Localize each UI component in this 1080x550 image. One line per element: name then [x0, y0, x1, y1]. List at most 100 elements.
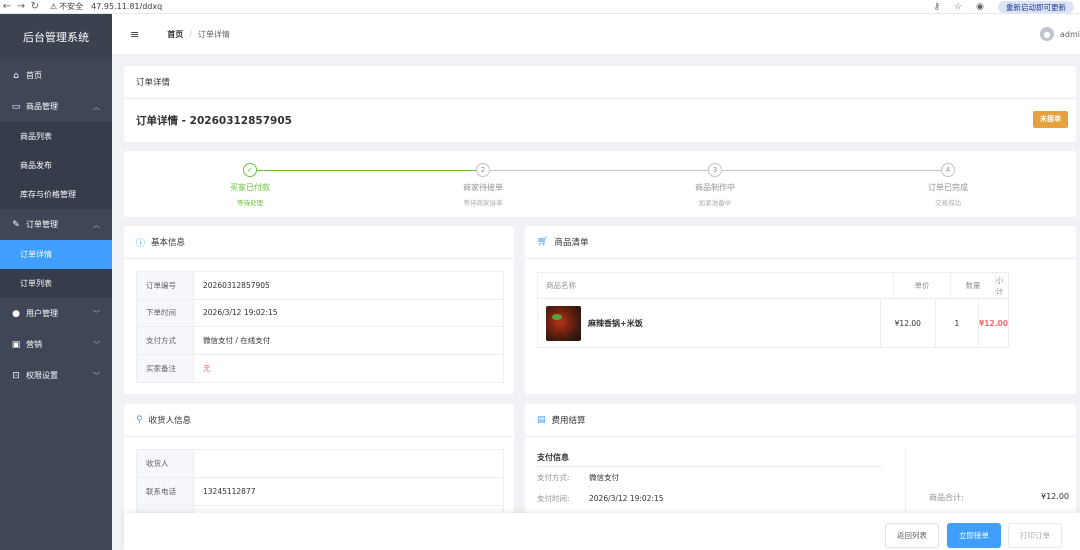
column-header: 数量: [951, 273, 996, 298]
payment-card-icon: ▤: [537, 415, 546, 425]
table-header: 商品名称 单价 数量 小计: [538, 273, 1008, 299]
info-row: 买家备注 无: [137, 354, 503, 382]
product-subtotal: ¥12.00: [979, 318, 1008, 328]
user-icon: ●: [12, 308, 20, 319]
info-label: 订单编号: [137, 272, 194, 299]
sidebar-title: 后台管理系统: [0, 14, 112, 60]
security-warning[interactable]: ⚠ 不安全: [50, 1, 83, 12]
breadcrumb-home[interactable]: 首页: [167, 29, 183, 40]
payment-info-title: 支付信息: [537, 449, 882, 467]
sidebar-item-orders[interactable]: ✎ 订单管理 ︿: [0, 209, 112, 240]
sidebar-item-order-list[interactable]: 订单列表: [0, 269, 112, 298]
sidebar-item-product-publish[interactable]: 商品发布: [0, 151, 112, 180]
fee-row: 支付方式: 微信支付: [537, 467, 882, 488]
home-icon: ⌂: [13, 70, 19, 81]
info-label: 下单时间: [137, 299, 194, 326]
payment-info: 支付信息 支付方式: 微信支付 支付时间: 2026/3/12 19:02:15: [537, 449, 882, 509]
cart-icon: 🛒︎: [537, 237, 549, 247]
info-row: 收货人: [137, 450, 503, 478]
sidebar-item-label: 营销: [26, 340, 42, 349]
accept-order-button[interactable]: 立即接单: [947, 523, 1001, 548]
product-price: ¥12.00: [881, 299, 936, 347]
info-value: 2026/3/12 19:02:15: [203, 308, 278, 318]
info-icon: ⓘ: [136, 238, 146, 249]
product-image: [546, 305, 581, 341]
card-title: 收货人信息: [148, 416, 192, 426]
back-arrow-icon[interactable]: ←: [0, 0, 14, 14]
print-order-button[interactable]: 打印订单: [1008, 523, 1062, 548]
status-badge: 未接单: [1033, 111, 1068, 128]
sidebar-item-label: 用户管理: [26, 309, 58, 318]
product-table: 商品名称 单价 数量 小计 麻辣香锅+米饭 ¥12.00 1 ¥12.00: [537, 272, 1009, 348]
fee-value: 2026/3/12 19:02:15: [589, 494, 664, 503]
chevron-down-icon: ﹀: [93, 340, 100, 349]
chevron-down-icon: ﹀: [93, 371, 100, 380]
step-number: 3: [708, 163, 722, 177]
info-label: 买家备注: [137, 354, 194, 382]
breadcrumb-separator: /: [189, 29, 192, 39]
card-title: 订单详情: [124, 66, 1076, 99]
column-header: 小计: [996, 275, 1004, 296]
breadcrumb-current: 订单详情: [197, 29, 230, 39]
profile-icon[interactable]: ◉: [976, 2, 984, 12]
info-value: 20260312857905: [203, 280, 270, 290]
step-number: 2: [476, 163, 490, 177]
info-label: 收货人: [137, 450, 194, 477]
info-value: [194, 450, 503, 477]
address-bar[interactable]: ⚠ 不安全 47.95.11.81/ddxq: [50, 1, 162, 13]
username[interactable]: admi: [1060, 30, 1080, 39]
step-title: 订单已完成: [928, 183, 968, 192]
step-desc: 加紧准备中: [698, 199, 732, 207]
sidebar-item-products[interactable]: ▭ 商品管理 ︿: [0, 91, 112, 122]
forward-arrow-icon[interactable]: →: [14, 0, 28, 14]
sidebar-item-label: 首页: [26, 71, 42, 80]
avatar[interactable]: ●: [1040, 27, 1054, 41]
info-value: 微信支付 / 在线支付: [203, 335, 271, 345]
chevron-up-icon: ︿: [93, 102, 100, 111]
reload-icon[interactable]: ↻: [28, 0, 42, 14]
goods-total: 商品合计: ¥12.00: [929, 492, 1069, 503]
security-label: 不安全: [59, 2, 84, 11]
goods-total-value: ¥12.00: [1041, 492, 1069, 501]
lock-icon: ⊡: [12, 370, 20, 381]
info-row: 订单编号 20260312857905: [137, 272, 503, 300]
sidebar-item-stock-price[interactable]: 库存与价格管理: [0, 180, 112, 209]
sidebar-item-product-list[interactable]: 商品列表: [0, 122, 112, 151]
info-value: 13245112877: [203, 487, 256, 496]
order-steps: ✓ 买家已付款 等待处理 2 商家待接单 等待商家接单 3 商品制作中 加紧准备…: [124, 151, 1076, 217]
location-pin-icon: ⚲: [136, 415, 143, 425]
user-menu[interactable]: ● admi: [1040, 14, 1080, 54]
product-qty: 1: [936, 299, 980, 347]
action-bar: 返回列表 立即接单 打印订单: [124, 513, 1080, 550]
card-title: 商品清单: [554, 238, 589, 248]
star-icon[interactable]: ☆: [954, 2, 962, 12]
menu-toggle-icon[interactable]: ≡: [130, 28, 139, 41]
key-icon[interactable]: ⚷: [933, 2, 940, 12]
chevron-down-icon: ﹀: [93, 309, 100, 318]
goods-total-label: 商品合计:: [929, 493, 964, 502]
step-connector: [490, 170, 716, 171]
order-title: 订单详情 - 20260312857905: [136, 114, 292, 127]
product-name: 麻辣香锅+米饭: [588, 318, 643, 328]
sidebar-item-marketing[interactable]: ▣ 营销 ﹀: [0, 329, 112, 360]
info-row: 联系电话 13245112877: [137, 478, 503, 506]
top-header: ≡ 首页 / 订单详情 ● admi: [112, 14, 1080, 54]
chevron-up-icon: ︿: [93, 220, 100, 229]
sidebar: 后台管理系统 ⌂ 首页 ▭ 商品管理 ︿ 商品列表 商品发布 库存与价格管理 ✎…: [0, 14, 112, 550]
fee-label: 支付时间:: [537, 494, 570, 503]
back-to-list-button[interactable]: 返回列表: [885, 523, 939, 548]
edit-icon: ✎: [12, 219, 20, 230]
step-title: 买家已付款: [230, 183, 270, 192]
step-number: 4: [941, 163, 955, 177]
sidebar-item-users[interactable]: ● 用户管理 ﹀: [0, 298, 112, 329]
column-header: 单价: [894, 273, 951, 298]
step-connector: [257, 170, 483, 171]
check-icon: ✓: [243, 163, 257, 177]
sidebar-item-home[interactable]: ⌂ 首页: [0, 60, 112, 91]
sidebar-item-order-detail[interactable]: 订单详情: [0, 240, 112, 269]
update-button[interactable]: 重新启动即可更新: [998, 1, 1074, 13]
gift-icon: ▣: [11, 339, 21, 350]
sidebar-item-permissions[interactable]: ⊡ 权限设置 ﹀: [0, 360, 112, 391]
table-row: 麻辣香锅+米饭 ¥12.00 1 ¥12.00: [538, 299, 1008, 347]
column-header: 商品名称: [538, 273, 894, 298]
